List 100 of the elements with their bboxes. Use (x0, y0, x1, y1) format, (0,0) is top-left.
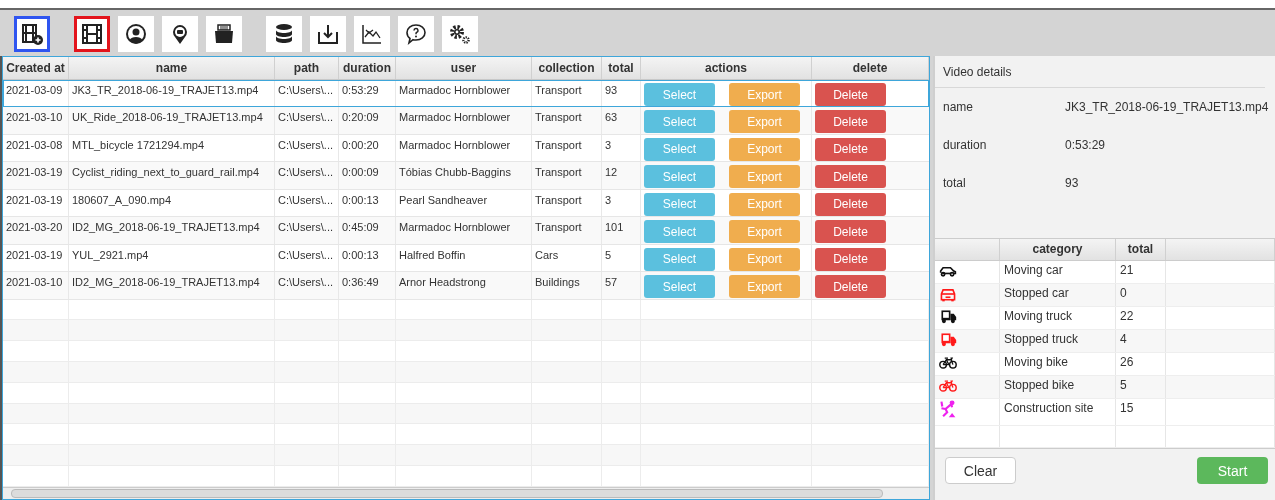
column-header: collection (532, 57, 602, 79)
delete-button[interactable]: Delete (815, 110, 886, 134)
table-row[interactable]: 2021-03-09 JK3_TR_2018-06-19_TRAJET13.mp4 C:\Users\... 0:53:29 Marmadoc Hornblower Transport 93 Select Export Delete (3, 80, 929, 108)
table-cell: 2021-03-10 (6, 111, 63, 124)
field-label: total (943, 176, 967, 190)
select-button[interactable]: Select (644, 83, 715, 106)
select-button[interactable]: Select (644, 137, 715, 161)
table-cell: 15 (1120, 401, 1134, 415)
table-cell: 180607_A_090.mp4 (72, 193, 172, 206)
select-button[interactable]: Select (644, 110, 715, 134)
horizontal-scrollbar[interactable] (3, 487, 929, 499)
table-cell: 2021-03-09 (6, 84, 63, 96)
delete-button[interactable]: Delete (815, 220, 886, 244)
column-header: path (275, 57, 339, 79)
select-button[interactable]: Select (644, 192, 715, 216)
toolbar-button[interactable] (74, 16, 110, 52)
start-button[interactable]: Start (1197, 457, 1268, 484)
table-cell: 0:36:49 (342, 276, 379, 289)
table-cell: C:\Users\... (278, 84, 333, 96)
help-bubble-icon (404, 22, 428, 46)
table-cell: Moving car (1004, 263, 1063, 277)
table-cell: 0:00:13 (342, 193, 379, 206)
field-value: JK3_TR_2018-06-19_TRAJET13.mp4 (1065, 100, 1269, 114)
table-row[interactable]: 2021-03-19 Cyclist_riding_next_to_guard_rail.mp4 C:\Users\... 0:00:09 Tóbias Chubb-Baggins Transport 12 Select Export Delete (3, 162, 929, 190)
select-button[interactable]: Select (644, 275, 715, 299)
table-cell: Cyclist_riding_next_to_guard_rail.mp4 (72, 166, 260, 179)
table-cell: 0:00:09 (342, 166, 379, 179)
table-cell: 63 (605, 111, 618, 124)
table-cell: Cars (535, 248, 559, 261)
table-cell: C:\Users\... (278, 276, 333, 289)
table-cell: Pearl Sandheaver (399, 193, 488, 206)
column-header: total (602, 57, 641, 79)
select-button[interactable]: Select (644, 220, 715, 244)
table-cell: 5 (605, 248, 612, 261)
delete-button[interactable]: Delete (815, 165, 886, 189)
table-cell: 2021-03-20 (6, 221, 63, 234)
column-header: duration (339, 57, 396, 79)
delete-button[interactable]: Delete (815, 192, 886, 216)
delete-button[interactable]: Delete (815, 83, 886, 106)
table-row[interactable]: 2021-03-10 ID2_MG_2018-06-19_TRAJET13.mp4 C:\Users\... 0:36:49 Arnor Headstrong Buildings 57 Select Export Delete (3, 272, 929, 300)
download-icon (316, 22, 340, 46)
table-cell: 12 (605, 166, 618, 179)
table-cell: UK_Ride_2018-06-19_TRAJET13.mp4 (72, 111, 263, 124)
field-label: duration (943, 138, 988, 152)
table-cell: Halfred Boffin (399, 248, 466, 261)
toolbar-button[interactable] (14, 16, 50, 52)
column-header: actions (641, 57, 812, 79)
table-cell: C:\Users\... (278, 248, 333, 261)
column-header: total (1116, 239, 1166, 260)
table-cell: 22 (1120, 309, 1134, 323)
column-header: user (396, 57, 532, 79)
column-header: category (1000, 239, 1116, 260)
table-cell: 2021-03-19 (6, 193, 63, 206)
table-cell: 21 (1120, 263, 1134, 277)
table-row[interactable]: 2021-03-20 ID2_MG_2018-06-19_TRAJET13.mp4 C:\Users\... 0:45:09 Marmadoc Hornblower Transport 101 Select Export Delete (3, 217, 929, 245)
select-button[interactable]: Select (644, 247, 715, 271)
table-cell: 0:45:09 (342, 221, 379, 234)
table-cell: Transport (535, 166, 582, 179)
table-cell: Moving truck (1004, 309, 1073, 323)
delete-button[interactable]: Delete (815, 247, 886, 271)
table-cell: 0:00:20 (342, 138, 379, 151)
table-cell: Transport (535, 84, 582, 96)
column-header: name (69, 57, 275, 79)
film-icon (80, 22, 104, 46)
table-cell: Transport (535, 138, 582, 151)
table-cell: 57 (605, 276, 618, 289)
table-row[interactable]: 2021-03-10 UK_Ride_2018-06-19_TRAJET13.mp4 C:\Users\... 0:20:09 Marmadoc Hornblower Transport 63 Select Export Delete (3, 107, 929, 135)
table-cell: 26 (1120, 355, 1134, 369)
table-cell: 2021-03-19 (6, 166, 63, 179)
select-button[interactable]: Select (644, 165, 715, 189)
table-cell: 93 (605, 84, 618, 96)
film-add-icon (20, 22, 44, 46)
table-cell: Marmadoc Hornblower (399, 111, 511, 124)
table-cell: C:\Users\... (278, 193, 333, 206)
delete-button[interactable]: Delete (815, 137, 886, 161)
table-cell: ID2_MG_2018-06-19_TRAJET13.mp4 (72, 221, 260, 234)
table-cell: 5 (1120, 378, 1127, 392)
table-cell: Arnor Headstrong (399, 276, 486, 289)
field-label: name (943, 100, 975, 114)
table-cell: ID2_MG_2018-06-19_TRAJET13.mp4 (72, 276, 260, 289)
table-cell: 4 (1120, 332, 1127, 346)
table-row[interactable]: 2021-03-19 YUL_2921.mp4 C:\Users\... 0:00:13 Halfred Boffin Cars 5 Select Export Delete (3, 244, 929, 273)
table-cell: Stopped car (1004, 286, 1069, 300)
field-value: 0:53:29 (1065, 138, 1106, 152)
table-cell: 2021-03-08 (6, 138, 63, 151)
table-cell: Transport (535, 193, 582, 206)
table-row[interactable]: 2021-03-19 180607_A_090.mp4 C:\Users\... 0:00:13 Pearl Sandheaver Transport 3 Select Export Delete (3, 189, 929, 218)
table-row[interactable]: 2021-03-08 MTL_bicycle 1721294.mp4 C:\Users\... 0:00:20 Marmadoc Hornblower Transport 3 Select Export Delete (3, 134, 929, 163)
table-cell: YUL_2921.mp4 (72, 248, 149, 261)
clear-button[interactable]: Clear (945, 457, 1016, 484)
table-cell: 3 (605, 193, 612, 206)
table-cell: C:\Users\... (278, 221, 333, 234)
table-cell: MTL_bicycle 1721294.mp4 (72, 138, 205, 151)
table-cell: Marmadoc Hornblower (399, 84, 511, 96)
delete-button[interactable]: Delete (815, 275, 886, 299)
archive-icon (212, 22, 236, 46)
table-cell: 101 (605, 221, 624, 234)
table-cell: 3 (605, 138, 612, 151)
table-cell: Moving bike (1004, 355, 1069, 369)
table-cell: 0:20:09 (342, 111, 379, 124)
